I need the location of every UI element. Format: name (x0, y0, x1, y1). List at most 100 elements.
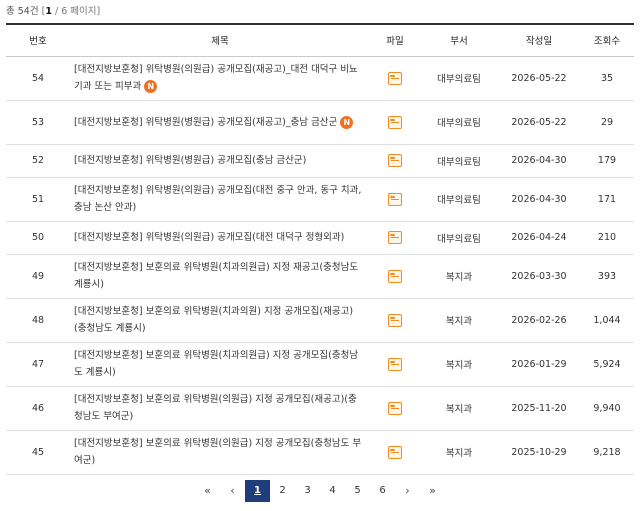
table-row: 53 [대전지방보훈청] 위탁병원(병원급) 공개모집(재공고)_충남 금산군 N 대… (6, 100, 634, 144)
row-title-cell: [대전지방보훈청] 보훈의료 위탁병원(치과의원급) 지정 공개모집(충청남도 … (70, 342, 370, 386)
row-department: 복지과 (445, 404, 473, 415)
row-number: 49 (31, 270, 45, 282)
folder-icon[interactable] (388, 192, 402, 206)
row-file-cell (370, 298, 420, 342)
page-indicator: [1 / 6 페이지] (41, 6, 101, 17)
pagination: « ‹ 1 2 3 4 5 6 › » (0, 480, 640, 502)
row-title-cell: [대전지방보훈청] 위탁병원(의원급) 공개모집(재공고)_대전 대덕구 비뇨기… (70, 56, 370, 100)
column-header-file: 파일 (386, 36, 404, 48)
table-row: 51 [대전지방보훈청] 위탁병원(의원급) 공개모집(대전 중구 안과, 동구 … (6, 177, 634, 221)
board-summary: 총 54건 [1 / 6 페이지] (6, 4, 100, 20)
table-row: 47 [대전지방보훈청] 보훈의료 위탁병원(치과의원급) 지정 공개모집(충청남… (6, 342, 634, 386)
row-file-cell (370, 342, 420, 386)
folder-icon[interactable] (388, 269, 402, 283)
row-number: 50 (31, 232, 45, 243)
table-row: 46 [대전지방보훈청] 보훈의료 위탁병원(의원급) 지정 공개모집(재공고)(… (6, 386, 634, 430)
row-department: 대부의료팀 (437, 233, 481, 245)
row-date: 2025-10-29 (511, 446, 567, 458)
row-title-link[interactable]: [대전지방보훈청] 위탁병원(의원급) 공개모집(대전 대덕구 정형외과) (74, 232, 344, 243)
row-title-cell: [대전지방보훈청] 보훈의료 위탁병원(의원급) 지정 공개모집(재공고)(충청… (70, 386, 370, 430)
folder-icon[interactable] (388, 154, 402, 167)
row-title-link[interactable]: [대전지방보훈청] 보훈의료 위탁병원(의원급) 지정 공개모집(재공고)(충청… (74, 394, 357, 422)
row-views: 179 (597, 155, 617, 166)
row-title-link[interactable]: [대전지방보훈청] 보훈의료 위탁병원(치과의원) 지정 공개모집(재공고)(충… (74, 306, 353, 334)
table-row: 50 [대전지방보훈청] 위탁병원(의원급) 공개모집(대전 대덕구 정형외과) 대… (6, 221, 634, 254)
page-button-6[interactable]: 6 (370, 480, 395, 502)
row-number: 52 (31, 155, 45, 166)
row-views: 35 (600, 72, 614, 84)
row-title-link[interactable]: [대전지방보훈청] 위탁병원(병원급) 공개모집(재공고)_충남 금산군 (74, 117, 337, 128)
table-header-row: 번호 제목 파일 부서 작성일 조회수 (6, 24, 634, 56)
folder-icon[interactable] (388, 445, 402, 459)
row-title-cell: [대전지방보훈청] 위탁병원(병원급) 공개모집(충남 금산군) (70, 144, 370, 177)
row-number: 48 (31, 314, 45, 326)
current-page-number: 1 (45, 6, 52, 17)
row-title-link[interactable]: [대전지방보훈청] 위탁병원(병원급) 공개모집(충남 금산군) (74, 155, 306, 166)
row-title-link[interactable]: [대전지방보훈청] 보훈의료 위탁병원(치과의원급) 지정 재공고(충청남도 계… (74, 262, 358, 290)
new-badge: N (144, 80, 158, 93)
page-button-4[interactable]: 4 (320, 480, 345, 502)
column-header-number: 번호 (29, 36, 47, 48)
row-date: 2026-04-30 (511, 155, 567, 166)
folder-icon[interactable] (388, 401, 402, 415)
row-file-cell (370, 221, 420, 254)
row-date: 2026-03-30 (511, 270, 567, 282)
column-header-date: 작성일 (525, 36, 553, 48)
folder-icon[interactable] (388, 313, 402, 327)
row-title-cell: [대전지방보훈청] 위탁병원(병원급) 공개모집(재공고)_충남 금산군 N (70, 100, 370, 144)
column-header-views: 조회수 (593, 36, 621, 48)
row-title-link[interactable]: [대전지방보훈청] 보훈의료 위탁병원(의원급) 지정 공개모집(충청남도 부여… (74, 438, 361, 466)
row-department: 복지과 (445, 448, 473, 459)
row-views: 5,924 (593, 358, 621, 370)
board-table: 번호 제목 파일 부서 작성일 조회수 54 [대전지방보훈청] 위탁병원(의원급… (6, 23, 634, 475)
table-row: 54 [대전지방보훈청] 위탁병원(의원급) 공개모집(재공고)_대전 대덕구 비… (6, 56, 634, 100)
row-number: 45 (31, 446, 45, 458)
row-number: 47 (31, 358, 45, 370)
row-number: 53 (31, 116, 45, 128)
row-date: 2026-02-26 (511, 314, 567, 326)
row-title-cell: [대전지방보훈청] 보훈의료 위탁병원(치과의원) 지정 공개모집(재공고)(충… (70, 298, 370, 342)
row-views: 210 (597, 232, 617, 243)
row-date: 2026-04-24 (511, 232, 567, 243)
row-number: 46 (31, 402, 45, 414)
table-row: 52 [대전지방보훈청] 위탁병원(병원급) 공개모집(충남 금산군) 대부의료팀 2… (6, 144, 634, 177)
row-date: 2026-01-29 (511, 358, 567, 370)
new-badge: N (340, 115, 354, 129)
column-header-title: 제목 (211, 36, 229, 48)
row-date: 2026-05-22 (511, 72, 567, 84)
first-page-button[interactable]: « (195, 480, 220, 502)
row-date: 2025-11-20 (511, 402, 567, 414)
row-file-cell (370, 56, 420, 100)
next-page-button[interactable]: › (395, 480, 420, 502)
row-views: 1,044 (593, 314, 621, 326)
folder-icon[interactable] (388, 71, 402, 85)
row-date: 2026-04-30 (511, 193, 567, 205)
row-file-cell (370, 254, 420, 298)
row-title-link[interactable]: [대전지방보훈청] 보훈의료 위탁병원(치과의원급) 지정 공개모집(충청남도 … (74, 350, 358, 378)
row-title-link[interactable]: [대전지방보훈청] 위탁병원(의원급) 공개모집(대전 중구 안과, 동구 치과… (74, 185, 361, 213)
page-button-5[interactable]: 5 (345, 480, 370, 502)
folder-icon[interactable] (388, 357, 402, 371)
folder-icon[interactable] (388, 231, 402, 244)
prev-page-button[interactable]: ‹ (220, 480, 245, 502)
last-page-button[interactable]: » (420, 480, 445, 502)
row-title-cell: [대전지방보훈청] 보훈의료 위탁병원(의원급) 지정 공개모집(충청남도 부여… (70, 430, 370, 474)
row-date: 2026-05-22 (511, 116, 567, 128)
page-button-3[interactable]: 3 (295, 480, 320, 502)
table-row: 49 [대전지방보훈청] 보훈의료 위탁병원(치과의원급) 지정 재공고(충청남도… (6, 254, 634, 298)
table-row: 45 [대전지방보훈청] 보훈의료 위탁병원(의원급) 지정 공개모집(충청남도 … (6, 430, 634, 474)
row-number: 54 (31, 72, 45, 84)
row-views: 29 (600, 116, 614, 128)
page-button-2[interactable]: 2 (270, 480, 295, 502)
row-views: 171 (597, 193, 617, 205)
row-number: 51 (31, 193, 45, 205)
row-file-cell (370, 386, 420, 430)
row-department: 대부의료팀 (437, 156, 481, 168)
row-title-link[interactable]: [대전지방보훈청] 위탁병원(의원급) 공개모집(재공고)_대전 대덕구 비뇨기… (74, 64, 358, 92)
row-views: 9,940 (593, 402, 621, 414)
total-count: 총 54건 (6, 6, 39, 17)
folder-icon[interactable] (388, 115, 402, 129)
row-file-cell (370, 144, 420, 177)
row-department: 대부의료팀 (437, 74, 481, 85)
page-button-1[interactable]: 1 (245, 480, 270, 502)
